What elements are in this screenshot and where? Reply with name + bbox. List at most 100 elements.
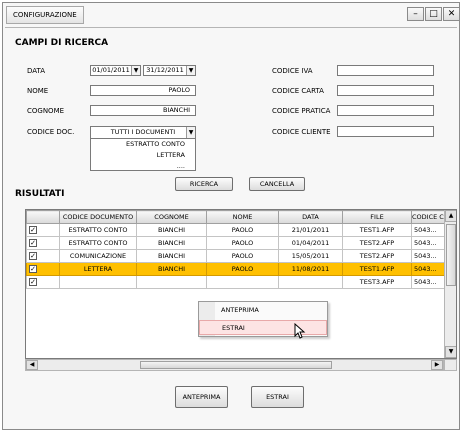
cell-cognome: BIANCHI bbox=[136, 262, 207, 276]
configurazione-window: CONFIGURAZIONE – □ ✕ CAMPI DI RICERCA DA… bbox=[2, 2, 460, 430]
cognome-field[interactable]: BIANCHI bbox=[90, 105, 196, 116]
cancella-button[interactable]: CANCELLA bbox=[249, 177, 305, 191]
row-checkbox-cell: ✓ bbox=[26, 262, 60, 276]
codice-doc-select[interactable]: TUTTI I DOCUMENTI ▼ ESTRATTO CONTO LETTE… bbox=[90, 126, 196, 171]
codice-carta-label: CODICE CARTA bbox=[272, 87, 324, 95]
codice-carta-field[interactable] bbox=[337, 85, 434, 96]
maximize-icon[interactable]: □ bbox=[425, 7, 442, 21]
scroll-up-icon[interactable]: ▲ bbox=[445, 210, 456, 222]
ricerca-button[interactable]: RICERCA bbox=[175, 177, 233, 191]
codice-pratica-label: CODICE PRATICA bbox=[272, 107, 331, 115]
scroll-left-icon[interactable]: ◀ bbox=[26, 360, 38, 370]
date-from-field[interactable]: 01/01/2011 ▼ bbox=[90, 65, 141, 76]
search-section-title: CAMPI DI RICERCA bbox=[15, 38, 109, 48]
table-row[interactable]: ✓ ESTRATTO CONTO BIANCHI PAOLO 01/04/201… bbox=[26, 236, 450, 250]
window-content: CAMPI DI RICERCA DATA 01/01/2011 ▼ 31/12… bbox=[5, 27, 457, 427]
window-tab-title[interactable]: CONFIGURAZIONE bbox=[6, 6, 84, 24]
scroll-right-icon[interactable]: ▶ bbox=[431, 360, 443, 370]
table-header-row: CODICE DOCUMENTO COGNOME NOME DATA FILE … bbox=[26, 210, 450, 224]
window-controls: – □ ✕ bbox=[407, 7, 461, 21]
cell-nome: PAOLO bbox=[206, 262, 279, 276]
date-to-dropdown-icon[interactable]: ▼ bbox=[186, 66, 195, 75]
row-checkbox-cell: ✓ bbox=[26, 236, 60, 250]
date-to-value: 31/12/2011 bbox=[146, 66, 184, 74]
cell-data bbox=[278, 275, 343, 289]
cell-nome: PAOLO bbox=[206, 236, 279, 250]
cell-file: TEST3.AFP bbox=[342, 275, 412, 289]
cell-nome: PAOLO bbox=[206, 223, 279, 237]
codice-doc-selected-text: TUTTI I DOCUMENTI bbox=[110, 128, 176, 136]
codice-pratica-field[interactable] bbox=[337, 105, 434, 116]
close-icon[interactable]: ✕ bbox=[443, 7, 460, 21]
column-header-cognome[interactable]: COGNOME bbox=[136, 210, 207, 224]
table-row[interactable]: ✓ COMUNICAZIONE BIANCHI PAOLO 15/05/2011… bbox=[26, 249, 450, 263]
estrai-button[interactable]: ESTRAI bbox=[251, 386, 304, 408]
cell-nome: PAOLO bbox=[206, 249, 279, 263]
codice-iva-field[interactable] bbox=[337, 65, 434, 76]
codice-cliente-field[interactable] bbox=[337, 126, 434, 137]
mouse-cursor-icon bbox=[294, 323, 306, 339]
scroll-down-icon[interactable]: ▼ bbox=[445, 346, 456, 358]
codice-doc-option[interactable]: LETTERA bbox=[91, 150, 195, 161]
cell-codice-documento: ESTRATTO CONTO bbox=[59, 236, 137, 250]
nome-field[interactable]: PAOLO bbox=[90, 85, 196, 96]
nome-label: NOME bbox=[27, 87, 49, 95]
results-section-title: RISULTATI bbox=[15, 189, 65, 199]
column-header-check[interactable] bbox=[26, 210, 60, 224]
row-checkbox[interactable]: ✓ bbox=[29, 265, 37, 273]
table-row[interactable]: ✓ ESTRATTO CONTO BIANCHI PAOLO 21/01/201… bbox=[26, 223, 450, 237]
cell-file: TEST1.AFP bbox=[342, 262, 412, 276]
cell-data: 15/05/2011 bbox=[278, 249, 343, 263]
cell-cognome: BIANCHI bbox=[136, 223, 207, 237]
table-row[interactable]: ✓ TEST3.AFP 5043... bbox=[26, 275, 450, 289]
cell-codice-documento: COMUNICAZIONE bbox=[59, 249, 137, 263]
scrollbar-corner bbox=[444, 359, 457, 371]
cell-file: TEST2.AFP bbox=[342, 236, 412, 250]
row-checkbox[interactable]: ✓ bbox=[29, 252, 37, 260]
context-menu-anteprima[interactable]: ANTEPRIMA bbox=[199, 303, 327, 318]
cell-data: 01/04/2011 bbox=[278, 236, 343, 250]
row-checkbox-cell: ✓ bbox=[26, 249, 60, 263]
table-row-selected[interactable]: ✓ LETTERA BIANCHI PAOLO 11/08/2011 TEST1… bbox=[26, 262, 450, 276]
cell-file: TEST1.AFP bbox=[342, 223, 412, 237]
date-from-value: 01/01/2011 bbox=[92, 66, 130, 74]
cell-data: 21/01/2011 bbox=[278, 223, 343, 237]
codice-doc-option[interactable]: .... bbox=[91, 161, 195, 172]
context-menu-estrai[interactable]: ESTRAI bbox=[199, 320, 327, 335]
cell-codice-documento: ESTRATTO CONTO bbox=[59, 223, 137, 237]
cell-codice-documento: LETTERA bbox=[59, 262, 137, 276]
date-to-field[interactable]: 31/12/2011 ▼ bbox=[143, 65, 196, 76]
cell-file: TEST2.AFP bbox=[342, 249, 412, 263]
row-checkbox[interactable]: ✓ bbox=[29, 239, 37, 247]
codice-doc-label: CODICE DOC. bbox=[27, 128, 75, 136]
results-vertical-scrollbar[interactable]: ▲ ▼ bbox=[444, 210, 456, 358]
column-header-nome[interactable]: NOME bbox=[206, 210, 279, 224]
data-label: DATA bbox=[27, 67, 46, 75]
cell-cognome bbox=[136, 275, 207, 289]
cell-data: 11/08/2011 bbox=[278, 262, 343, 276]
codice-cliente-label: CODICE CLIENTE bbox=[272, 128, 331, 136]
context-menu: ANTEPRIMA ESTRAI bbox=[198, 301, 328, 337]
row-checkbox[interactable]: ✓ bbox=[29, 278, 37, 286]
codice-doc-options: ESTRATTO CONTO LETTERA .... bbox=[91, 139, 195, 172]
cell-codice-documento bbox=[59, 275, 137, 289]
results-table: CODICE DOCUMENTO COGNOME NOME DATA FILE … bbox=[26, 210, 450, 289]
codice-doc-dropdown-icon[interactable]: ▼ bbox=[186, 127, 195, 138]
codice-doc-option[interactable]: ESTRATTO CONTO bbox=[91, 139, 195, 150]
cell-cognome: BIANCHI bbox=[136, 236, 207, 250]
codice-doc-selected[interactable]: TUTTI I DOCUMENTI ▼ bbox=[91, 127, 195, 139]
cell-nome bbox=[206, 275, 279, 289]
vertical-scroll-thumb[interactable] bbox=[446, 224, 456, 286]
row-checkbox[interactable]: ✓ bbox=[29, 226, 37, 234]
column-header-data[interactable]: DATA bbox=[278, 210, 343, 224]
horizontal-scroll-thumb[interactable] bbox=[140, 361, 332, 369]
date-from-dropdown-icon[interactable]: ▼ bbox=[131, 66, 140, 75]
results-horizontal-scrollbar[interactable]: ◀ ▶ bbox=[25, 359, 444, 371]
cell-cognome: BIANCHI bbox=[136, 249, 207, 263]
codice-iva-label: CODICE IVA bbox=[272, 67, 313, 75]
column-header-codice-documento[interactable]: CODICE DOCUMENTO bbox=[59, 210, 137, 224]
cognome-label: COGNOME bbox=[27, 107, 65, 115]
anteprima-button[interactable]: ANTEPRIMA bbox=[175, 386, 228, 408]
column-header-file[interactable]: FILE bbox=[342, 210, 412, 224]
minimize-icon[interactable]: – bbox=[407, 7, 424, 21]
